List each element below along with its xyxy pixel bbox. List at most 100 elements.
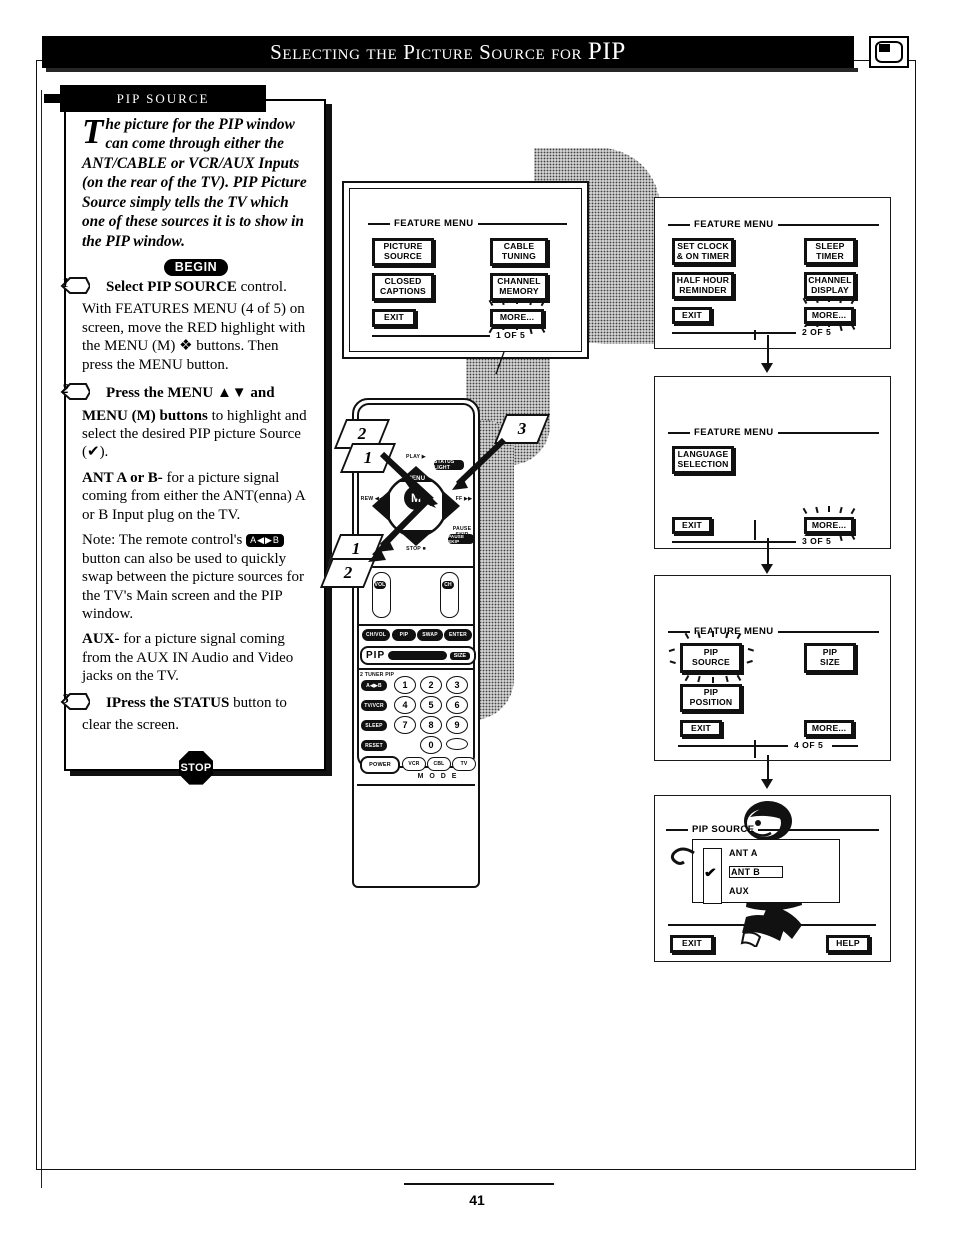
menu-3-button-language-selection[interactable]: LANGUAGE SELECTION <box>672 446 734 474</box>
remote-mode-cbl-button[interactable]: CBL <box>427 757 451 771</box>
remote-pip-bar[interactable]: PIP SIZE <box>360 646 476 665</box>
menu-3-page-label: 3 OF 5 <box>800 536 834 546</box>
menu4-stem <box>754 740 758 758</box>
menu1-to-remote-connector <box>495 352 505 375</box>
intro-dropcap: T <box>82 112 104 151</box>
remote-mode-tv-button[interactable]: TV <box>452 757 476 771</box>
menu-4-button-pip-source[interactable]: PIP SOURCE <box>680 643 742 673</box>
remote-key-1[interactable]: 1 <box>394 676 416 694</box>
callout-pointer-arrows <box>368 437 507 562</box>
menu-3-rule-left <box>668 431 690 434</box>
pip-source-button-exit[interactable]: EXIT <box>670 935 714 953</box>
menu-1-button-channel-memory[interactable]: CHANNEL MEMORY <box>490 273 548 301</box>
menu-3-button-more[interactable]: MORE... <box>804 517 854 534</box>
menu-2-btn4-line0: EXIT <box>682 309 702 320</box>
menu-1-page-label: 1 OF 5 <box>494 330 528 340</box>
remote-power-label: POWER <box>369 762 391 768</box>
menu2-stem <box>754 330 758 340</box>
menu-2-button-set-clock[interactable]: SET CLOCK & ON TIMER <box>672 238 734 265</box>
menu-4-button-pip-position[interactable]: PIP POSITION <box>680 684 742 712</box>
menu-2-btn3-line1: DISPLAY <box>811 284 849 295</box>
remote-key-9-label: 9 <box>454 720 460 730</box>
remote-pip-bar-fill <box>388 651 447 660</box>
menu-2-button-half-hour-reminder[interactable]: HALF HOUR REMINDER <box>672 272 734 299</box>
step-2-body: MENU (M) buttons to highlight and select… <box>82 407 310 462</box>
remote-tv-vcr-button[interactable]: TV/VCR <box>361 700 387 711</box>
remote-key-4[interactable]: 4 <box>394 696 416 714</box>
menu-3-footer-rule <box>672 541 796 543</box>
remote-key-8-label: 8 <box>428 720 434 730</box>
remote-key-9[interactable]: 9 <box>446 716 468 734</box>
remote-key-7[interactable]: 7 <box>394 716 416 734</box>
remote-pip-size-button[interactable]: SIZE <box>449 651 470 660</box>
menu-3-button-exit[interactable]: EXIT <box>672 517 712 534</box>
step-1: 1 Select PIP SOURCE control. <box>60 276 310 296</box>
pip-source-option-ant-a[interactable]: ANT A <box>729 848 758 858</box>
menu-2-button-more[interactable]: MORE... <box>804 307 854 324</box>
pip-source-title: PIP SOURCE <box>692 824 755 835</box>
pip-source-rule-left <box>666 828 688 831</box>
step-2-ant-paragraph: ANT A or B- for a picture signal coming … <box>82 469 310 524</box>
feature-menu-3: FEATURE MENU LANGUAGE SELECTION EXIT MOR… <box>654 376 891 549</box>
remote-key-4-label: 4 <box>402 700 408 710</box>
remote-key-6[interactable]: 6 <box>446 696 468 714</box>
menu-1-btn2-line1: CAPTIONS <box>379 286 426 296</box>
step-3: 3 IPress the STATUS button to <box>60 692 310 712</box>
page-number: 41 <box>469 1192 485 1208</box>
menu-2-page-label: 2 OF 5 <box>800 327 834 337</box>
remote-row-key-chvol[interactable]: CH/VOL <box>362 629 390 641</box>
menu-1-button-more[interactable]: MORE... <box>490 309 544 327</box>
pip-source-option-aux[interactable]: AUX <box>729 886 749 896</box>
menu-4-button-pip-size[interactable]: PIP SIZE <box>804 643 856 673</box>
menu-2-footer-rule <box>672 332 796 334</box>
step-1-body: With FEATURES MENU (4 of 5) on screen, m… <box>82 301 306 373</box>
remote-key-blank[interactable] <box>446 738 468 750</box>
remote-divider-2 <box>357 624 475 626</box>
flow-arrow-menu3-to-menu4 <box>760 538 776 578</box>
remote-divider-3 <box>357 668 475 670</box>
menu-2-btn1-line1: TIMER <box>816 250 844 261</box>
menu-2-button-exit[interactable]: EXIT <box>672 307 712 324</box>
pip-tv-icon <box>869 36 909 68</box>
menu-1-button-exit[interactable]: EXIT <box>372 309 416 327</box>
remote-sleep-button[interactable]: SLEEP <box>361 720 387 731</box>
pip-source-button-help[interactable]: HELP <box>826 935 870 953</box>
menu-4-button-more[interactable]: MORE... <box>804 720 854 737</box>
menu-4-btn2-line1: POSITION <box>689 697 733 707</box>
ant-label: ANT A or B- <box>82 469 163 486</box>
remote-key-8[interactable]: 8 <box>420 716 442 734</box>
menu-1-button-closed-captions[interactable]: CLOSED CAPTIONS <box>372 273 434 301</box>
pip-source-help-label: HELP <box>836 938 860 949</box>
remote-swap-ab-button[interactable]: A◀▶B <box>361 680 387 691</box>
remote-reset-button[interactable]: RESET <box>361 740 387 751</box>
page-title-bar: Selecting the Picture Source for PIP <box>42 36 854 68</box>
step-1-heading-bold: Select PIP SOURCE <box>106 278 237 295</box>
remote-mode-word-label: M O D E <box>417 773 459 780</box>
menu-2-button-channel-display[interactable]: CHANNEL DISPLAY <box>804 272 856 299</box>
remote-key-2[interactable]: 2 <box>420 676 442 694</box>
menu-1-rule-right <box>477 222 567 225</box>
menu-4-rule-left <box>668 630 690 633</box>
menu-2-button-sleep-timer[interactable]: SLEEP TIMER <box>804 238 856 265</box>
step-3-heading-rest: button to <box>229 694 287 711</box>
menu-1-button-picture-source[interactable]: PICTURE SOURCE <box>372 238 434 266</box>
remote-key-0[interactable]: 0 <box>420 736 442 754</box>
remote-mode-vcr-button[interactable]: VCR <box>402 757 426 771</box>
swap-button-icon: A◀▶B <box>246 534 284 548</box>
step-3-marker: 3 <box>60 692 90 711</box>
remote-row-key-pip[interactable]: PIP <box>392 629 416 641</box>
remote-row-key-swap[interactable]: SWAP <box>417 629 443 641</box>
remote-key-3[interactable]: 3 <box>446 676 468 694</box>
remote-key-5[interactable]: 5 <box>420 696 442 714</box>
begin-badge-wrap: BEGIN <box>82 258 310 276</box>
intro-text: he picture for the PIP window can come t… <box>82 116 307 250</box>
pip-source-footer-rule <box>668 924 876 926</box>
menu-1-button-cable-tuning[interactable]: CABLE TUNING <box>490 238 548 266</box>
pip-source-option-ant-b[interactable]: ANT B <box>729 866 783 878</box>
footer-rule <box>404 1183 554 1185</box>
remote-row-key-enter[interactable]: ENTER <box>444 629 472 641</box>
instruction-panel: The picture for the PIP window can come … <box>60 99 326 785</box>
menu-4-title: FEATURE MENU <box>694 626 774 637</box>
menu-4-button-exit[interactable]: EXIT <box>680 720 722 737</box>
remote-power-button[interactable]: POWER <box>360 756 400 774</box>
